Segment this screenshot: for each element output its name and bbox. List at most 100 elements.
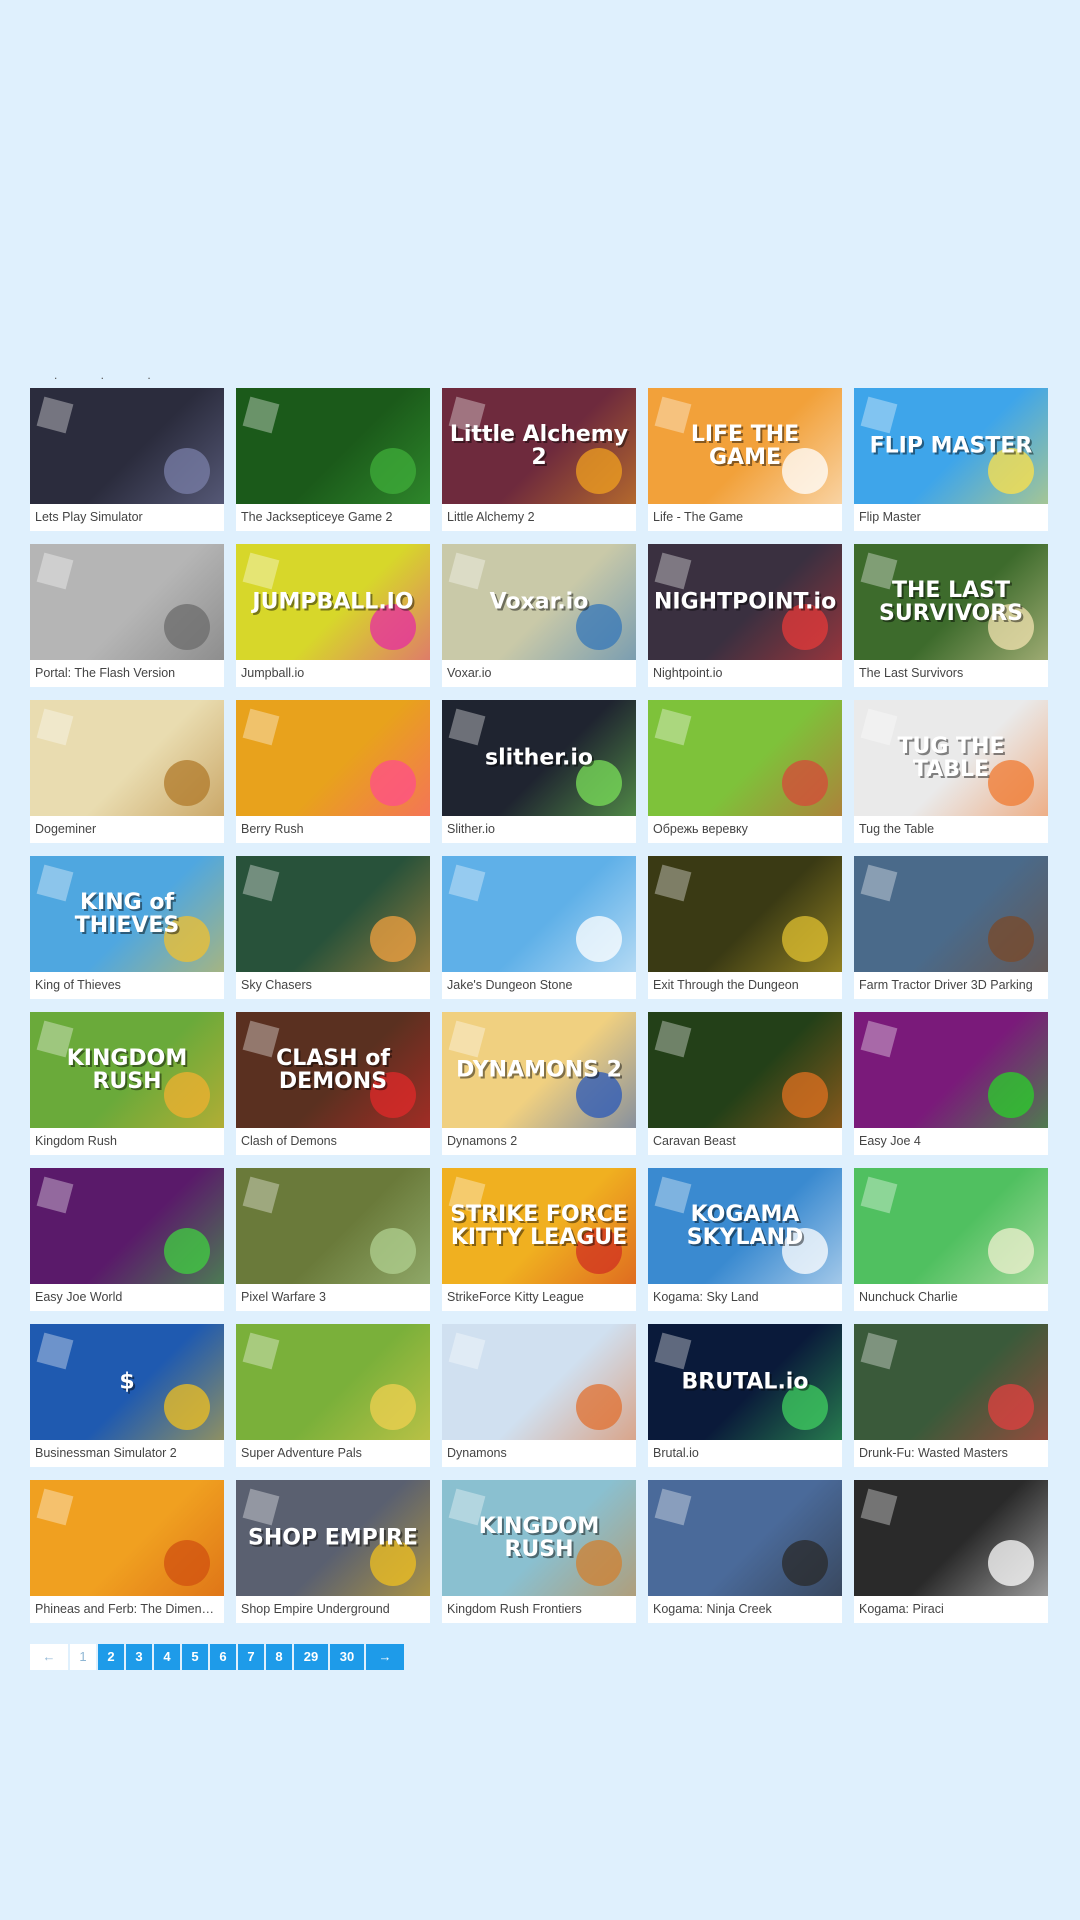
game-card[interactable]: KINGDOM RUSH Kingdom Rush Frontiers: [442, 1480, 636, 1623]
game-card[interactable]: Pixel Warfare 3: [236, 1168, 430, 1311]
game-title-link[interactable]: Dogeminer: [30, 816, 224, 843]
game-title-link[interactable]: Dynamons 2: [442, 1128, 636, 1155]
game-card[interactable]: Sky Chasers: [236, 856, 430, 999]
game-thumbnail[interactable]: [236, 388, 430, 504]
game-thumbnail[interactable]: [236, 1168, 430, 1284]
game-card[interactable]: CLASH of DEMONS Clash of Demons: [236, 1012, 430, 1155]
page-button-2[interactable]: 2: [98, 1644, 126, 1670]
game-thumbnail[interactable]: [30, 1168, 224, 1284]
game-card[interactable]: Little Alchemy 2 Little Alchemy 2: [442, 388, 636, 531]
game-thumbnail[interactable]: CLASH of DEMONS: [236, 1012, 430, 1128]
game-card[interactable]: Berry Rush: [236, 700, 430, 843]
game-thumbnail[interactable]: FLIP MASTER: [854, 388, 1048, 504]
next-page-button[interactable]: →: [366, 1644, 406, 1670]
game-card[interactable]: Caravan Beast: [648, 1012, 842, 1155]
game-title-link[interactable]: Kogama: Ninja Creek: [648, 1596, 842, 1623]
game-title-link[interactable]: Shop Empire Underground: [236, 1596, 430, 1623]
game-thumbnail[interactable]: Little Alchemy 2: [442, 388, 636, 504]
game-title-link[interactable]: StrikeForce Kitty League: [442, 1284, 636, 1311]
game-title-link[interactable]: Pixel Warfare 3: [236, 1284, 430, 1311]
game-thumbnail[interactable]: [648, 1480, 842, 1596]
game-thumbnail[interactable]: KING of THIEVES: [30, 856, 224, 972]
game-card[interactable]: LIFE THE GAME Life - The Game: [648, 388, 842, 531]
game-card[interactable]: Drunk-Fu: Wasted Masters: [854, 1324, 1048, 1467]
game-thumbnail[interactable]: [30, 1480, 224, 1596]
game-title-link[interactable]: Businessman Simulator 2: [30, 1440, 224, 1467]
game-thumbnail[interactable]: STRIKE FORCE KITTY LEAGUE: [442, 1168, 636, 1284]
game-thumbnail[interactable]: KINGDOM RUSH: [30, 1012, 224, 1128]
game-title-link[interactable]: Обрежь веревку: [648, 816, 842, 843]
game-card[interactable]: Dynamons: [442, 1324, 636, 1467]
game-title-link[interactable]: Farm Tractor Driver 3D Parking: [854, 972, 1048, 999]
game-title-link[interactable]: Kingdom Rush Frontiers: [442, 1596, 636, 1623]
game-card[interactable]: Voxar.io Voxar.io: [442, 544, 636, 687]
game-thumbnail[interactable]: [30, 544, 224, 660]
game-thumbnail[interactable]: TUG THE TABLE: [854, 700, 1048, 816]
game-title-link[interactable]: Brutal.io: [648, 1440, 842, 1467]
page-button-6[interactable]: 6: [210, 1644, 238, 1670]
game-thumbnail[interactable]: LIFE THE GAME: [648, 388, 842, 504]
game-title-link[interactable]: The Last Survivors: [854, 660, 1048, 687]
game-title-link[interactable]: Exit Through the Dungeon: [648, 972, 842, 999]
game-thumbnail[interactable]: [236, 700, 430, 816]
game-thumbnail[interactable]: [30, 388, 224, 504]
page-button-30[interactable]: 30: [330, 1644, 366, 1670]
game-title-link[interactable]: Slither.io: [442, 816, 636, 843]
game-card[interactable]: Easy Joe World: [30, 1168, 224, 1311]
game-title-link[interactable]: Nightpoint.io: [648, 660, 842, 687]
game-title-link[interactable]: Caravan Beast: [648, 1128, 842, 1155]
game-card[interactable]: Dogeminer: [30, 700, 224, 843]
game-title-link[interactable]: Clash of Demons: [236, 1128, 430, 1155]
game-thumbnail[interactable]: [648, 1012, 842, 1128]
game-card[interactable]: Super Adventure Pals: [236, 1324, 430, 1467]
game-title-link[interactable]: Drunk-Fu: Wasted Masters: [854, 1440, 1048, 1467]
game-thumbnail[interactable]: [854, 1168, 1048, 1284]
game-thumbnail[interactable]: Voxar.io: [442, 544, 636, 660]
game-thumbnail[interactable]: KOGAMA SKYLAND: [648, 1168, 842, 1284]
game-title-link[interactable]: Flip Master: [854, 504, 1048, 531]
game-card[interactable]: BRUTAL.io Brutal.io: [648, 1324, 842, 1467]
game-card[interactable]: Farm Tractor Driver 3D Parking: [854, 856, 1048, 999]
game-title-link[interactable]: Phineas and Ferb: The Dimension: [30, 1596, 224, 1623]
game-card[interactable]: Kogama: Piraci: [854, 1480, 1048, 1623]
game-card[interactable]: Easy Joe 4: [854, 1012, 1048, 1155]
game-thumbnail[interactable]: [854, 856, 1048, 972]
game-title-link[interactable]: Nunchuck Charlie: [854, 1284, 1048, 1311]
game-thumbnail[interactable]: DYNAMONS 2: [442, 1012, 636, 1128]
game-title-link[interactable]: Kogama: Piraci: [854, 1596, 1048, 1623]
game-card[interactable]: slither.io Slither.io: [442, 700, 636, 843]
game-card[interactable]: Jake's Dungeon Stone: [442, 856, 636, 999]
game-card[interactable]: TUG THE TABLE Tug the Table: [854, 700, 1048, 843]
game-card[interactable]: FLIP MASTER Flip Master: [854, 388, 1048, 531]
game-thumbnail[interactable]: THE LAST SURVIVORS: [854, 544, 1048, 660]
game-title-link[interactable]: Kogama: Sky Land: [648, 1284, 842, 1311]
game-card[interactable]: THE LAST SURVIVORS The Last Survivors: [854, 544, 1048, 687]
game-thumbnail[interactable]: [854, 1012, 1048, 1128]
game-title-link[interactable]: The Jacksepticeye Game 2: [236, 504, 430, 531]
game-card[interactable]: DYNAMONS 2 Dynamons 2: [442, 1012, 636, 1155]
page-button-3[interactable]: 3: [126, 1644, 154, 1670]
prev-page-button[interactable]: ←: [30, 1644, 70, 1670]
game-thumbnail[interactable]: slither.io: [442, 700, 636, 816]
game-card[interactable]: NIGHTPOINT.io Nightpoint.io: [648, 544, 842, 687]
current-page[interactable]: 1: [70, 1644, 98, 1670]
game-thumbnail[interactable]: [442, 856, 636, 972]
game-title-link[interactable]: Voxar.io: [442, 660, 636, 687]
game-title-link[interactable]: Lets Play Simulator: [30, 504, 224, 531]
page-button-7[interactable]: 7: [238, 1644, 266, 1670]
game-title-link[interactable]: Jake's Dungeon Stone: [442, 972, 636, 999]
game-thumbnail[interactable]: JUMPBALL.IO: [236, 544, 430, 660]
game-thumbnail[interactable]: [648, 700, 842, 816]
game-card[interactable]: SHOP EMPIRE Shop Empire Underground: [236, 1480, 430, 1623]
game-thumbnail[interactable]: [648, 856, 842, 972]
game-card[interactable]: $ Businessman Simulator 2: [30, 1324, 224, 1467]
game-title-link[interactable]: Easy Joe World: [30, 1284, 224, 1311]
game-card[interactable]: Обрежь веревку: [648, 700, 842, 843]
game-title-link[interactable]: Jumpball.io: [236, 660, 430, 687]
game-thumbnail[interactable]: $: [30, 1324, 224, 1440]
game-card[interactable]: Kogama: Ninja Creek: [648, 1480, 842, 1623]
game-thumbnail[interactable]: [854, 1480, 1048, 1596]
page-button-5[interactable]: 5: [182, 1644, 210, 1670]
game-title-link[interactable]: Super Adventure Pals: [236, 1440, 430, 1467]
game-title-link[interactable]: Kingdom Rush: [30, 1128, 224, 1155]
